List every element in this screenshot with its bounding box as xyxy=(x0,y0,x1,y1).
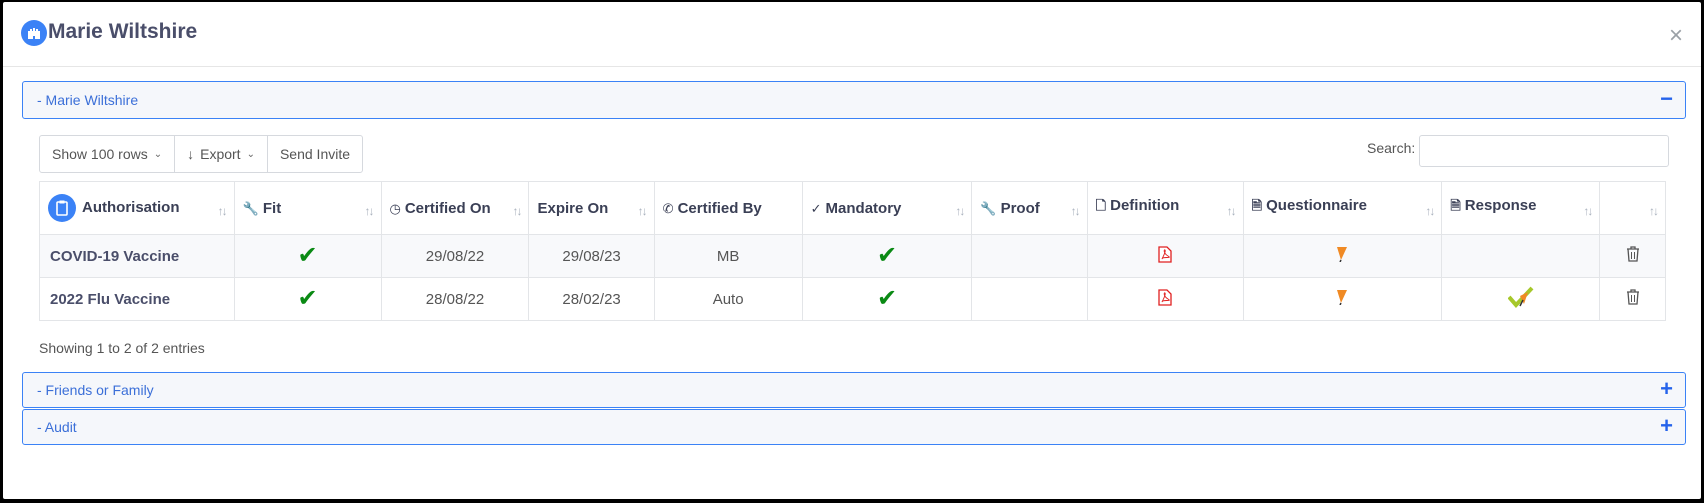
clipboard-icon xyxy=(48,194,76,222)
sort-icon[interactable]: ↑↓ xyxy=(512,204,522,218)
pencil-icon[interactable] xyxy=(1335,289,1349,306)
panel-audit-header[interactable]: - Audit + xyxy=(23,410,1685,444)
panel-audit-label: - Audit xyxy=(37,419,77,435)
sort-icon[interactable]: ↑↓ xyxy=(1227,204,1237,218)
check-pencil-icon[interactable] xyxy=(1507,286,1534,308)
castle-icon xyxy=(21,20,47,46)
arrow-down-icon: ↓ xyxy=(187,146,195,162)
export-button[interactable]: ↓ Export ⌄ xyxy=(175,136,268,172)
sort-icon[interactable]: ↑↓ xyxy=(365,204,375,218)
double-check-icon: ✓ xyxy=(810,200,822,216)
check-icon: ✔ xyxy=(297,285,318,312)
certified-on-cell: 28/08/22 xyxy=(380,277,530,321)
proof-cell xyxy=(971,277,1088,321)
header-response[interactable]: 🗎 Response ↑↓ xyxy=(1441,181,1601,235)
expire-on-cell: 29/08/23 xyxy=(528,234,655,278)
certified-on-cell: 29/08/22 xyxy=(380,234,530,278)
pdf-icon[interactable] xyxy=(1158,245,1172,263)
table-info: Showing 1 to 2 of 2 entries xyxy=(39,340,205,356)
panel-body: Show 100 rows ⌄ ↓ Export ⌄ Send Invite Sear… xyxy=(22,119,1686,403)
search-input[interactable] xyxy=(1419,135,1669,167)
panel-friends-family-label: - Friends or Family xyxy=(37,382,154,398)
header-definition[interactable]: 🗋 Definition ↑↓ xyxy=(1086,181,1244,235)
check-icon: ✔ xyxy=(297,242,318,269)
header-certified-on[interactable]: ◷ Certified On ↑↓ xyxy=(380,181,530,235)
file-icon: 🗋 xyxy=(1095,198,1107,213)
panel-person-label: - Marie Wiltshire xyxy=(37,92,139,108)
file-text-icon: 🗎 xyxy=(1251,198,1263,213)
expand-icon[interactable]: + xyxy=(1660,378,1673,400)
header-mandatory[interactable]: ✓ Mandatory ↑↓ xyxy=(801,181,973,235)
table-toolbar: Show 100 rows ⌄ ↓ Export ⌄ Send Invite xyxy=(39,135,364,173)
fit-cell: ✔ xyxy=(233,277,382,321)
close-button[interactable]: × xyxy=(1669,24,1683,48)
pencil-icon[interactable] xyxy=(1335,246,1349,263)
panel-friends-family-header[interactable]: - Friends or Family + xyxy=(23,373,1685,407)
search-label: Search: xyxy=(1367,140,1416,156)
header-fit[interactable]: 🔧 Fit ↑↓ xyxy=(233,181,382,235)
mandatory-cell: ✔ xyxy=(801,234,973,278)
expire-on-cell: 28/02/23 xyxy=(528,277,655,321)
modal: Marie Wiltshire × - Marie Wiltshire − Sh… xyxy=(3,2,1701,499)
table-row[interactable]: COVID-19 Vaccine ✔ 29/08/22 29/08/23 MB … xyxy=(39,234,1666,278)
header-proof[interactable]: 🔧 Proof ↑↓ xyxy=(971,181,1088,235)
panel-person-header[interactable]: - Marie Wiltshire − xyxy=(23,82,1685,118)
panel-audit[interactable]: - Audit + xyxy=(22,409,1686,445)
panel-person[interactable]: - Marie Wiltshire − xyxy=(22,81,1686,119)
header-actions[interactable]: ↑↓ xyxy=(1599,181,1666,235)
trash-icon[interactable] xyxy=(1626,246,1640,262)
file-text-icon: 🗎 xyxy=(1450,198,1461,213)
wrench-icon: 🔧 xyxy=(242,200,259,216)
send-invite-button[interactable]: Send Invite xyxy=(268,136,362,172)
questionnaire-cell[interactable] xyxy=(1242,277,1443,321)
row-name: COVID-19 Vaccine xyxy=(39,234,235,278)
clock-icon: ◷ xyxy=(389,200,401,216)
chevron-down-icon: ⌄ xyxy=(246,148,255,160)
wrench-icon: 🔧 xyxy=(980,200,997,216)
header-expire-on[interactable]: Expire On ↑↓ xyxy=(528,181,655,235)
sort-icon[interactable]: ↑↓ xyxy=(955,204,965,218)
proof-cell xyxy=(971,234,1088,278)
sort-icon[interactable]: ↑↓ xyxy=(1583,204,1593,218)
fit-cell: ✔ xyxy=(233,234,382,278)
sort-icon[interactable]: ↑↓ xyxy=(1425,204,1435,218)
delete-cell[interactable] xyxy=(1599,277,1666,321)
certified-by-cell: Auto xyxy=(653,277,803,321)
row-name: 2022 Flu Vaccine xyxy=(39,277,235,321)
header-authorisation[interactable]: Authorisation ↑↓ xyxy=(39,181,235,235)
definition-cell[interactable] xyxy=(1086,277,1244,321)
mandatory-cell: ✔ xyxy=(801,277,973,321)
phone-icon: ✆ xyxy=(662,200,674,216)
trash-icon[interactable] xyxy=(1626,289,1640,305)
modal-title: Marie Wiltshire xyxy=(48,20,198,43)
check-icon: ✔ xyxy=(876,242,898,269)
table-row[interactable]: 2022 Flu Vaccine ✔ 28/08/22 28/02/23 Aut… xyxy=(39,277,1666,321)
response-cell xyxy=(1441,234,1601,278)
response-cell[interactable] xyxy=(1441,277,1601,321)
pdf-icon[interactable] xyxy=(1158,288,1172,306)
delete-cell[interactable] xyxy=(1599,234,1666,278)
authorisation-table: Authorisation ↑↓ 🔧 Fit ↑↓ ◷ Certified On ↑↓ E… xyxy=(39,181,1666,321)
sort-icon[interactable]: ↑↓ xyxy=(1071,204,1081,218)
expand-icon[interactable]: + xyxy=(1660,415,1673,437)
collapse-icon[interactable]: − xyxy=(1660,88,1673,110)
sort-icon[interactable]: ↑↓ xyxy=(638,204,648,218)
panel-friends-family[interactable]: - Friends or Family + xyxy=(22,372,1686,408)
sort-icon[interactable]: ↑↓ xyxy=(218,204,228,218)
certified-by-cell: MB xyxy=(653,234,803,278)
header-questionnaire[interactable]: 🗎 Questionnaire ↑↓ xyxy=(1242,181,1443,235)
check-icon: ✔ xyxy=(876,285,898,312)
definition-cell[interactable] xyxy=(1086,234,1244,278)
header-certified-by[interactable]: ✆ Certified By xyxy=(653,181,803,235)
modal-header: Marie Wiltshire × xyxy=(3,2,1701,67)
chevron-down-icon: ⌄ xyxy=(153,148,163,160)
questionnaire-cell[interactable] xyxy=(1242,234,1443,278)
sort-icon[interactable]: ↑↓ xyxy=(1649,204,1659,218)
show-rows-button[interactable]: Show 100 rows ⌄ xyxy=(40,136,176,172)
